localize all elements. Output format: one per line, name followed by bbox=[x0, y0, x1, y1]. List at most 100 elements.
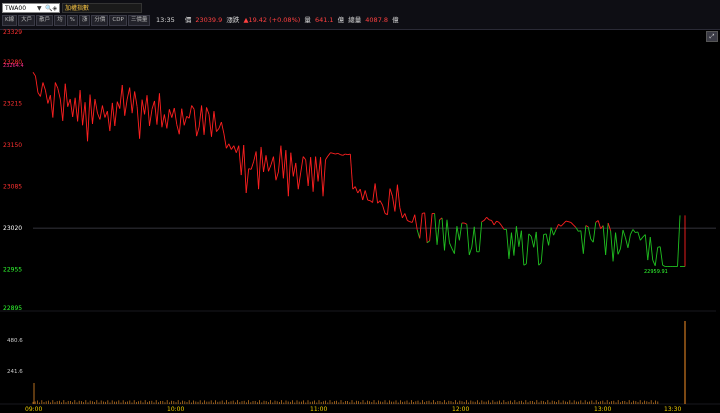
price-segment bbox=[446, 219, 450, 243]
price-segment bbox=[235, 145, 240, 153]
price-segment bbox=[44, 90, 49, 104]
price-segment bbox=[206, 107, 210, 115]
price-segment bbox=[270, 156, 274, 166]
price-segment bbox=[396, 184, 401, 208]
price-segment bbox=[166, 109, 170, 129]
price-segment bbox=[513, 226, 517, 256]
price-segment bbox=[258, 146, 262, 190]
price-segment bbox=[74, 97, 79, 122]
price-segment bbox=[154, 100, 158, 125]
price-segment bbox=[183, 116, 188, 126]
price-segment bbox=[625, 237, 629, 249]
price-segment bbox=[47, 95, 51, 104]
price-segment bbox=[156, 93, 160, 125]
price-segment bbox=[32, 71, 36, 77]
price-segment bbox=[287, 152, 292, 197]
price-segment bbox=[139, 99, 143, 139]
price-segment bbox=[322, 159, 326, 197]
price-segment bbox=[630, 229, 634, 235]
price-segment bbox=[550, 227, 555, 236]
price-segment bbox=[245, 168, 250, 194]
price-segment bbox=[416, 229, 421, 239]
price-segment bbox=[419, 213, 423, 239]
price-segment bbox=[260, 146, 264, 172]
price-segment bbox=[399, 207, 403, 219]
price-segment bbox=[238, 145, 242, 176]
price-segment bbox=[349, 153, 354, 190]
y-tick-label: 23215 bbox=[3, 101, 22, 108]
price-segment bbox=[335, 152, 339, 155]
price-segment bbox=[72, 97, 76, 118]
price-segment bbox=[607, 222, 612, 231]
price-segment bbox=[149, 109, 153, 126]
price-segment bbox=[193, 109, 198, 137]
volume-tick-label: 480.6 bbox=[7, 338, 23, 344]
price-segment bbox=[535, 231, 540, 266]
price-segment bbox=[357, 188, 361, 194]
price-segment bbox=[171, 107, 175, 118]
price-segment bbox=[644, 234, 649, 261]
price-segment bbox=[501, 225, 505, 230]
price-segment bbox=[188, 105, 193, 119]
expand-icon[interactable]: ⤢ bbox=[706, 31, 718, 42]
price-segment bbox=[79, 90, 84, 126]
price-segment bbox=[649, 237, 654, 261]
price-segment bbox=[389, 188, 393, 197]
price-segment bbox=[515, 226, 520, 247]
x-tick-label: 09:00 bbox=[25, 406, 42, 413]
price-segment bbox=[255, 151, 260, 190]
y-tick-label: 22895 bbox=[3, 305, 22, 312]
price-segment bbox=[407, 220, 411, 223]
price-segment bbox=[553, 229, 557, 236]
price-segment bbox=[639, 236, 644, 241]
price-segment bbox=[362, 190, 366, 201]
price-segment bbox=[540, 234, 545, 263]
price-segment bbox=[35, 75, 39, 93]
price-segment bbox=[530, 236, 535, 248]
price-segment bbox=[602, 225, 607, 256]
price-segment bbox=[647, 237, 651, 261]
price-segment bbox=[52, 82, 56, 118]
price-segment bbox=[223, 133, 227, 149]
price-segment bbox=[320, 157, 324, 197]
price-segment bbox=[379, 200, 383, 206]
price-segment bbox=[295, 162, 299, 190]
price-segment bbox=[444, 219, 448, 251]
price-segment bbox=[580, 230, 584, 254]
price-segment bbox=[401, 213, 406, 219]
x-tick-label: 13:30 bbox=[664, 406, 681, 413]
price-segment bbox=[627, 234, 631, 249]
price-segment bbox=[250, 161, 255, 170]
price-segment bbox=[220, 121, 225, 134]
price-segment bbox=[114, 101, 118, 126]
price-segment bbox=[54, 82, 59, 89]
x-tick-label: 12:00 bbox=[452, 406, 469, 413]
price-segment bbox=[434, 213, 438, 245]
y-tick-label: 23020 bbox=[3, 225, 22, 232]
price-segment bbox=[592, 222, 597, 243]
price-segment bbox=[94, 98, 98, 114]
price-segment bbox=[471, 226, 475, 248]
price-segment bbox=[243, 145, 247, 194]
price-segment bbox=[352, 186, 356, 190]
price-segment bbox=[364, 190, 369, 201]
price-segment bbox=[453, 226, 458, 254]
price-segment bbox=[387, 188, 391, 215]
price-segment bbox=[563, 220, 567, 224]
price-segment bbox=[161, 114, 165, 128]
price-segment bbox=[305, 159, 309, 187]
price-segment bbox=[496, 220, 500, 223]
price-segment bbox=[203, 107, 207, 135]
price-segment bbox=[491, 220, 495, 226]
price-segment bbox=[392, 196, 396, 212]
price-segment bbox=[307, 157, 312, 186]
price-segment bbox=[367, 199, 371, 202]
y-tick-label: 23329 bbox=[3, 29, 22, 36]
price-segment bbox=[587, 226, 592, 240]
price-segment bbox=[218, 121, 222, 129]
price-segment bbox=[429, 213, 433, 241]
price-segment bbox=[191, 105, 195, 110]
price-segment bbox=[158, 93, 163, 128]
price-segment bbox=[473, 226, 478, 252]
price-segment bbox=[116, 101, 121, 109]
